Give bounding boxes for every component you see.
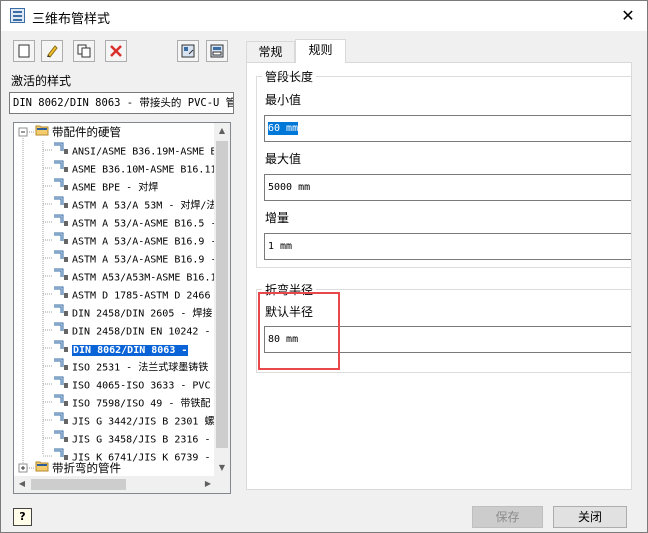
tree-item[interactable]: ASME BPE - 对焊 — [53, 177, 158, 195]
window-title: 三维布管样式 — [32, 12, 111, 27]
tree-item-label: ASTM A 53/A-ASME B16.9 - — [72, 236, 216, 248]
close-window-icon[interactable]: ✕ — [617, 5, 639, 27]
tree-item[interactable]: ISO 4065-ISO 3633 - PVC — [53, 375, 210, 393]
dialog-window: 三维布管样式 ✕ 激活的样式 DIN 8062/DIN 8063 - 带接头的 … — [0, 0, 648, 533]
tree-item-label: ASTM A53/A53M-ASME B16.1 — [72, 272, 216, 284]
scroll-up-icon[interactable]: ▲ — [214, 123, 230, 139]
tree-item[interactable]: ISO 2531 - 法兰式球墨铸铁 — [53, 357, 208, 375]
tree-item[interactable]: JIS G 3442/JIS B 2301 螺 — [53, 411, 214, 429]
tree-item[interactable]: ASTM D 1785-ASTM D 2466 — [53, 285, 210, 303]
folder-icon — [35, 460, 49, 477]
tree-root-rigid-pipe[interactable]: 带配件的硬管 — [35, 123, 121, 141]
scroll-left-icon[interactable]: ◀ — [14, 476, 30, 492]
tab-general[interactable]: 常规 — [246, 41, 295, 63]
tree-item-label: ASTM A 53/A 53M - 对焊/法 — [72, 200, 216, 212]
tree-content: 带配件的硬管 ANSI/ASME B36.19M-ASME B ASME B36.… — [14, 123, 216, 476]
import-style-button[interactable] — [177, 40, 199, 62]
app-icon — [10, 8, 25, 23]
active-style-label: 激活的样式 — [11, 74, 72, 88]
tree-item-label: ANSI/ASME B36.19M-ASME B — [72, 146, 216, 158]
tree-item-label: ASTM A 53/A-ASME B16.9 - — [72, 254, 216, 266]
min-value-label: 最小值 — [265, 93, 302, 107]
tree-item-label: ISO 7598/ISO 49 - 带铁配 — [72, 398, 211, 410]
tree-root-bent-pipe[interactable]: 带折弯的管件 — [35, 459, 121, 476]
tree-item[interactable]: ISO 7598/ISO 49 - 带铁配 — [53, 393, 210, 411]
tab-rules[interactable]: 规则 — [295, 39, 346, 63]
tree-item-label: ASME BPE - 对焊 — [72, 182, 159, 194]
highlight-box — [258, 292, 340, 370]
style-tree[interactable]: 带配件的硬管 ANSI/ASME B36.19M-ASME B ASME B36.… — [13, 122, 231, 494]
tree-item-label: JIS G 3442/JIS B 2301 螺 — [72, 416, 215, 428]
tree-item[interactable]: ASME B36.10M-ASME B16.11 — [53, 159, 216, 177]
tree-item-label: JIS G 3458/JIS B 2316 - — [72, 434, 211, 446]
folder-icon — [35, 124, 49, 143]
tree-item-label: ASTM A 53/A-ASME B16.5 - — [72, 218, 216, 230]
increment-input[interactable]: 1 mm — [264, 233, 631, 260]
tree-item[interactable]: ASTM A 53/A 53M - 对焊/法 — [53, 195, 216, 213]
pencil-icon — [47, 45, 58, 58]
tree-item[interactable]: DIN 2458/DIN EN 10242 - — [53, 321, 210, 339]
new-document-icon — [18, 44, 30, 58]
min-value-text: 60 mm — [268, 122, 299, 135]
segment-length-title: 管段长度 — [262, 68, 317, 85]
tree-item-label: DIN 2458/DIN EN 10242 - — [72, 326, 211, 338]
help-icon[interactable]: ? — [13, 508, 32, 526]
import-icon — [181, 44, 195, 58]
export-style-button[interactable] — [206, 40, 228, 62]
save-button[interactable]: 保存 — [472, 506, 543, 528]
delete-style-button[interactable] — [105, 40, 127, 62]
tree-vertical-scrollbar[interactable]: ▲ ▼ — [214, 123, 230, 476]
export-icon — [210, 44, 224, 58]
copy-style-button[interactable] — [73, 40, 95, 62]
tree-item-label: ISO 4065-ISO 3633 - PVC — [72, 380, 211, 392]
title-bar: 三维布管样式 ✕ — [1, 1, 647, 31]
scroll-down-icon[interactable]: ▼ — [214, 460, 230, 476]
tree-item[interactable]: ASTM A53/A53M-ASME B16.1 — [53, 267, 216, 285]
tree-root-label: 带折弯的管件 — [52, 461, 121, 475]
new-style-button[interactable] — [13, 40, 35, 62]
tree-item-label: DIN 2458/DIN 2605 - 焊接 — [72, 308, 213, 320]
tree-item-label: ASTM D 1785-ASTM D 2466 — [72, 290, 211, 302]
tree-item[interactable]: ANSI/ASME B36.19M-ASME B — [53, 141, 216, 159]
edit-style-button[interactable] — [41, 40, 63, 62]
tree-item-label: ISO 2531 - 法兰式球墨铸铁 — [72, 362, 209, 374]
tree-item[interactable]: ASTM A 53/A-ASME B16.9 - — [53, 249, 216, 267]
tree-item[interactable]: DIN 2458/DIN 2605 - 焊接 — [53, 303, 212, 321]
close-button[interactable]: 关闭 — [553, 506, 627, 528]
tree-item[interactable]: DIN 8062/DIN 8063 - — [53, 339, 189, 357]
tree-item[interactable]: ASTM A 53/A-ASME B16.9 - — [53, 231, 216, 249]
active-style-combo[interactable]: DIN 8062/DIN 8063 - 带接头的 PVC-U 管 — [9, 92, 234, 114]
min-value-input[interactable]: 60 mm — [264, 115, 631, 142]
tree-root-label: 带配件的硬管 — [52, 125, 121, 139]
tree-horizontal-scrollbar[interactable]: ◀ ▶ — [14, 476, 216, 493]
copy-icon — [77, 44, 91, 58]
tree-item[interactable]: ASTM A 53/A-ASME B16.5 - — [53, 213, 216, 231]
delete-icon — [110, 45, 122, 57]
tree-item-label: ASME B36.10M-ASME B16.11 — [72, 164, 216, 176]
scroll-corner — [214, 476, 230, 493]
increment-label: 增量 — [265, 211, 290, 225]
tree-item[interactable]: JIS G 3458/JIS B 2316 - — [53, 429, 210, 447]
scroll-thumb[interactable] — [216, 141, 228, 448]
tree-item-label: DIN 8062/DIN 8063 - — [72, 344, 189, 356]
max-value-label: 最大值 — [265, 152, 302, 166]
max-value-input[interactable]: 5000 mm — [264, 174, 631, 201]
scroll-thumb[interactable] — [31, 479, 126, 490]
